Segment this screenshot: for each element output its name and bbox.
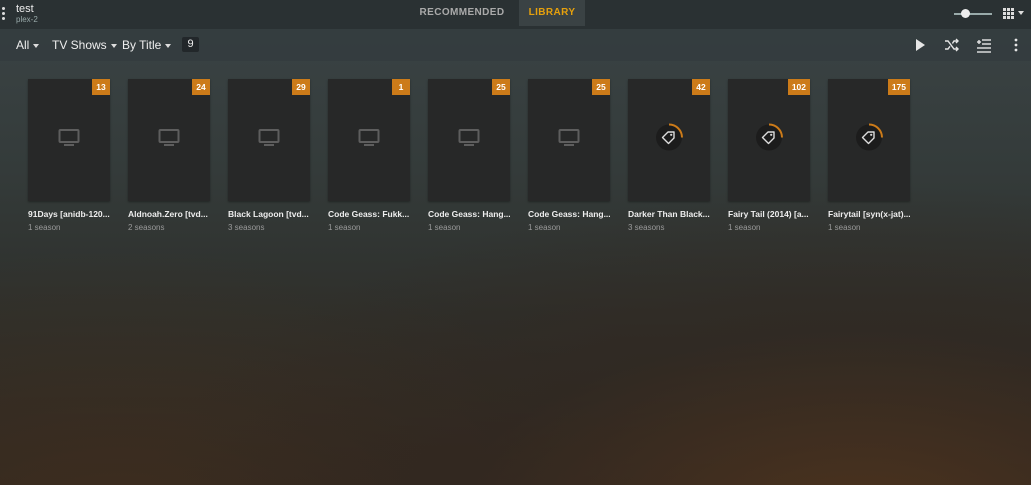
sidebar-menu-icon[interactable] [2,7,6,21]
unwatched-count-badge: 24 [192,79,210,95]
play-icon[interactable] [912,37,928,53]
more-vertical-icon[interactable] [1008,37,1024,53]
show-title[interactable]: Code Geass: Hang... [428,209,510,219]
unwatched-count-badge: 175 [887,79,910,95]
show-title[interactable]: Darker Than Black... [628,209,710,219]
library-type-dropdown[interactable]: TV Shows [52,38,117,52]
filter-all-label: All [16,38,30,52]
tag-loading-icon [653,122,685,159]
show-card[interactable]: 42 Darker Than Black... 3 seasons [628,79,710,232]
show-card[interactable]: 25 Code Geass: Hang... 1 season [528,79,610,232]
show-card[interactable]: 13 91Days [anidb-120... 1 season [28,79,110,232]
show-card[interactable]: 1 Code Geass: Fukk... 1 season [328,79,410,232]
show-poster[interactable]: 42 [628,79,710,201]
item-count-badge: 9 [182,37,199,52]
tab-library[interactable]: LIBRARY [519,0,585,26]
unwatched-count-badge: 25 [492,79,510,95]
show-seasons: 1 season [728,223,761,232]
show-title[interactable]: 91Days [anidb-120... [28,209,110,219]
zoom-slider[interactable] [954,13,992,15]
filter-all-dropdown[interactable]: All [16,38,40,52]
unwatched-count-badge: 1 [392,79,410,95]
show-seasons: 1 season [528,223,561,232]
add-to-queue-icon[interactable] [976,37,992,53]
show-seasons: 2 seasons [128,223,165,232]
tv-icon [358,129,380,152]
show-seasons: 1 season [828,223,861,232]
chevron-down-icon[interactable] [1018,11,1024,15]
show-seasons: 3 seasons [628,223,665,232]
unwatched-count-badge: 102 [787,79,810,95]
tv-icon [158,129,180,152]
unwatched-count-badge: 29 [292,79,310,95]
show-poster[interactable]: 29 [228,79,310,201]
show-poster[interactable]: 1 [328,79,410,201]
sort-dropdown[interactable]: By Title [122,38,172,52]
tv-icon [558,129,580,152]
grid-view-icon[interactable] [1003,8,1015,20]
server-subtitle: plex-2 [16,15,38,24]
show-seasons: 1 season [328,223,361,232]
show-seasons: 1 season [28,223,61,232]
filter-bar: All TV Shows By Title 9 [0,29,1031,61]
zoom-slider-handle[interactable] [961,9,970,18]
unwatched-count-badge: 25 [592,79,610,95]
chevron-down-icon [110,43,117,48]
unwatched-count-badge: 42 [692,79,710,95]
chevron-down-icon [165,43,172,48]
show-poster[interactable]: 25 [428,79,510,201]
chevron-down-icon [33,43,40,48]
show-seasons: 3 seasons [228,223,265,232]
tag-loading-icon [853,122,885,159]
show-title[interactable]: Code Geass: Hang... [528,209,610,219]
server-title: test [16,3,34,15]
sort-label: By Title [122,38,162,52]
show-poster[interactable]: 24 [128,79,210,201]
unwatched-count-badge: 13 [92,79,110,95]
tab-recommended[interactable]: RECOMMENDED [413,0,511,26]
show-card[interactable]: 29 Black Lagoon [tvd... 3 seasons [228,79,310,232]
library-type-label: TV Shows [52,38,107,52]
show-card[interactable]: 102 Fairy Tail (2014) [a... 1 season [728,79,810,232]
show-title[interactable]: Fairy Tail (2014) [a... [728,209,810,219]
show-card[interactable]: 25 Code Geass: Hang... 1 season [428,79,510,232]
show-title[interactable]: Code Geass: Fukk... [328,209,410,219]
tv-icon [58,129,80,152]
show-seasons: 1 season [428,223,461,232]
show-poster[interactable]: 13 [28,79,110,201]
show-poster[interactable]: 175 [828,79,910,201]
tv-icon [458,129,480,152]
show-card[interactable]: 175 Fairytail [syn(x-jat)... 1 season [828,79,910,232]
show-poster[interactable]: 25 [528,79,610,201]
tag-loading-icon [753,122,785,159]
show-card[interactable]: 24 Aldnoah.Zero [tvd... 2 seasons [128,79,210,232]
show-poster[interactable]: 102 [728,79,810,201]
shuffle-icon[interactable] [944,37,960,53]
top-bar: test plex-2 RECOMMENDED LIBRARY [0,0,1031,29]
tv-icon [258,129,280,152]
show-title[interactable]: Aldnoah.Zero [tvd... [128,209,210,219]
show-title[interactable]: Black Lagoon [tvd... [228,209,310,219]
show-title[interactable]: Fairytail [syn(x-jat)... [828,209,910,219]
